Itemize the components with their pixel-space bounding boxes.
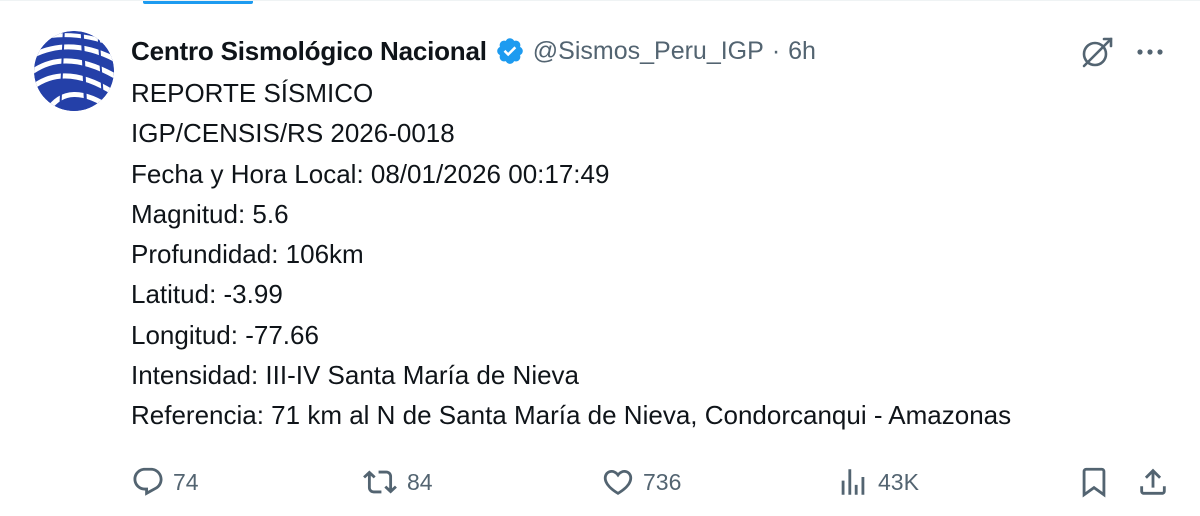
report-magnitude: Magnitud: 5.6: [131, 198, 289, 229]
share-button[interactable]: [1136, 459, 1170, 505]
author-name[interactable]: Centro Sismológico Nacional: [131, 36, 487, 67]
like-count: 736: [643, 468, 682, 495]
report-latitude: Latitud: -3.99: [131, 279, 283, 310]
report-depth: Profundidad: 106km: [131, 239, 364, 270]
bookmark-button[interactable]: [1077, 459, 1111, 505]
report-title: REPORTE SÍSMICO: [131, 78, 374, 108]
tweet-frame: Centro Sismológico Nacional @Sismos_Peru…: [0, 0, 1200, 516]
reply-count: 74: [173, 468, 199, 495]
bookmark-icon: [1082, 467, 1106, 498]
report-datetime: Fecha y Hora Local: 08/01/2026 00:17:49: [131, 158, 610, 189]
repost-count: 84: [407, 468, 433, 495]
heart-icon: [603, 469, 633, 495]
reply-button[interactable]: 74: [131, 459, 199, 505]
grok-icon[interactable]: [1080, 35, 1114, 69]
views-button[interactable]: 43K: [836, 459, 919, 505]
tweet-timestamp[interactable]: 6h: [788, 37, 816, 66]
like-button[interactable]: 736: [601, 459, 681, 505]
avatar[interactable]: [34, 31, 114, 111]
tweet-actions: 74 84 736 43K: [131, 459, 1171, 505]
reply-icon: [133, 467, 163, 496]
views-count: 43K: [878, 468, 919, 495]
tweet-header: Centro Sismológico Nacional @Sismos_Peru…: [131, 31, 816, 71]
report-intensity: Intensidad: III-IV Santa María de Nieva: [131, 360, 580, 391]
report-id: IGP/CENSIS/RS 2026-0018: [131, 118, 455, 149]
report-reference: Referencia: 71 km al N de Santa María de…: [131, 400, 1012, 431]
views-chart-icon: [841, 469, 865, 495]
tweet[interactable]: Centro Sismológico Nacional @Sismos_Peru…: [0, 1, 1200, 516]
verified-badge-icon[interactable]: [495, 36, 525, 66]
header-separator: ·: [771, 36, 781, 65]
more-icon[interactable]: [1132, 37, 1168, 67]
repost-button[interactable]: 84: [361, 459, 433, 505]
repost-icon: [363, 470, 397, 494]
author-handle[interactable]: @Sismos_Peru_IGP: [533, 37, 764, 66]
tweet-text: REPORTE SÍSMICO IGP/CENSIS/RS 2026-0018 …: [131, 73, 1181, 436]
igp-logo-icon: [34, 31, 114, 111]
share-icon: [1140, 468, 1166, 495]
report-longitude: Longitud: -77.66: [131, 319, 319, 350]
